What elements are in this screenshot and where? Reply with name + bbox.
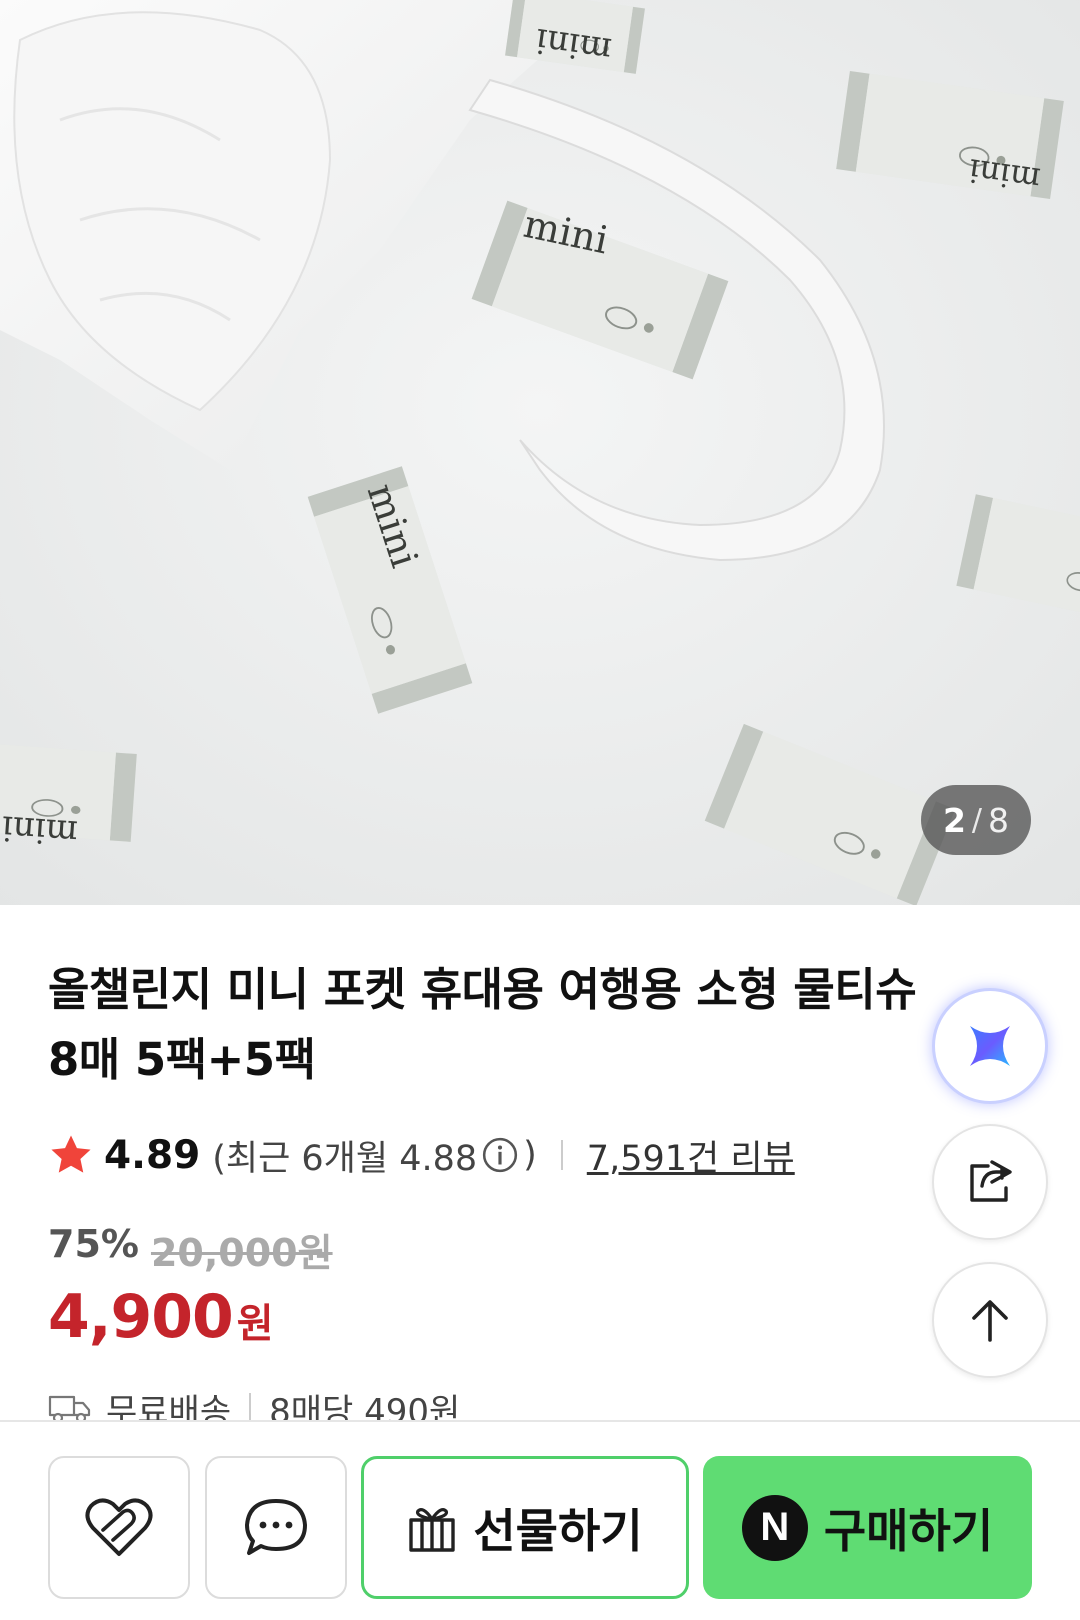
sale-price: 4,900 원: [48, 1282, 274, 1352]
sale-price-unit: 원: [236, 1301, 274, 1347]
counter-separator: /: [971, 802, 983, 838]
share-button[interactable]: [932, 1124, 1048, 1240]
recent-rating-text: (최근 6개월 4.88: [212, 1138, 478, 1179]
scroll-to-top-button[interactable]: [932, 1262, 1048, 1378]
ai-sparkle-icon: [970, 1026, 1010, 1066]
divider: [560, 1140, 563, 1170]
sale-price-amount: 4,900: [48, 1282, 234, 1352]
gift-button-label: 선물하기: [473, 1503, 643, 1558]
product-photo: mini mini mini mini mini: [0, 0, 1080, 905]
naver-pay-icon: N: [741, 1494, 808, 1561]
product-title: 올챌린지 미니 포켓 휴대용 여행용 소형 물티슈 8매 5팩+5팩: [48, 955, 948, 1095]
product-title-line2: 8매 5팩+5팩: [48, 1033, 316, 1086]
recent-rating: (최근 6개월 4.88 ): [212, 1130, 537, 1181]
recent-rating-close: ): [523, 1135, 537, 1175]
product-title-line1: 올챌린지 미니 포켓 휴대용 여행용 소형 물티슈: [48, 963, 917, 1016]
rating-row: 4.89 (최근 6개월 4.88 ) 7,591건 리뷰: [48, 1130, 795, 1180]
rating-score: 4.89: [104, 1132, 201, 1178]
product-image-carousel[interactable]: mini mini mini mini mini 2 / 8: [0, 0, 1080, 905]
image-counter: 2 / 8: [921, 785, 1031, 855]
chat-bubble-icon: [245, 1498, 307, 1555]
discount-rate: 75%: [48, 1222, 139, 1266]
divider: [249, 1393, 252, 1423]
heart-icon: [85, 1498, 153, 1556]
current-image-index: 2: [942, 800, 966, 840]
arrow-up-icon: [972, 1300, 1008, 1342]
original-price: 20,000원: [150, 1231, 333, 1275]
star-icon: [51, 1135, 91, 1173]
review-count-link[interactable]: 7,591건 리뷰: [587, 1130, 795, 1181]
buy-button[interactable]: N 구매하기: [703, 1456, 1032, 1599]
info-icon[interactable]: [481, 1136, 519, 1174]
talk-button[interactable]: [205, 1456, 347, 1599]
discount-row: 75% 20,000원: [48, 1222, 333, 1277]
pack-label: mini: [0, 807, 79, 852]
total-image-count: 8: [988, 800, 1010, 840]
wishlist-button[interactable]: [48, 1456, 190, 1599]
buy-button-label: 구매하기: [823, 1503, 994, 1558]
ai-assistant-button[interactable]: [932, 988, 1048, 1104]
share-icon: [970, 1160, 1012, 1202]
gift-button[interactable]: 선물하기: [361, 1456, 689, 1599]
bottom-action-bar: 선물하기 N 구매하기: [0, 1420, 1080, 1620]
gift-icon: [409, 1507, 456, 1552]
